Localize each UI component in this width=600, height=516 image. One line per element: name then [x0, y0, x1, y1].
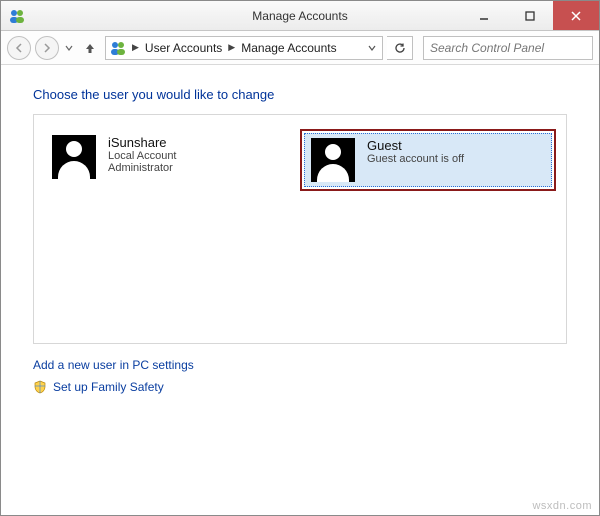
account-status: Guest account is off — [367, 153, 464, 165]
page-heading: Choose the user you would like to change — [33, 87, 567, 102]
minimize-button[interactable] — [461, 1, 507, 30]
chevron-right-icon: ▶ — [226, 42, 237, 53]
search-placeholder: Search Control Panel — [430, 41, 544, 55]
watermark: wsxdn.com — [532, 500, 592, 512]
history-dropdown[interactable] — [63, 44, 75, 52]
family-safety-link[interactable]: Set up Family Safety — [33, 380, 567, 394]
account-name: iSunshare — [108, 135, 177, 150]
account-name: Guest — [367, 138, 464, 153]
navbar: ▶ User Accounts ▶ Manage Accounts Search… — [1, 31, 599, 65]
address-dropdown-icon[interactable] — [364, 41, 380, 55]
address-bar[interactable]: ▶ User Accounts ▶ Manage Accounts — [105, 36, 383, 60]
user-accounts-icon — [110, 40, 126, 56]
account-type: Local Account — [108, 150, 177, 162]
chevron-right-icon: ▶ — [130, 42, 141, 53]
back-button[interactable] — [7, 36, 31, 60]
avatar-icon — [52, 135, 96, 179]
close-button[interactable] — [553, 1, 599, 30]
up-button[interactable] — [79, 37, 101, 59]
forward-button[interactable] — [35, 36, 59, 60]
window-buttons — [461, 1, 599, 30]
account-text: iSunshare Local Account Administrator — [108, 135, 177, 174]
app-icon — [9, 8, 25, 24]
account-item-isunshare[interactable]: iSunshare Local Account Administrator — [44, 129, 300, 329]
add-user-link[interactable]: Add a new user in PC settings — [33, 358, 567, 372]
maximize-button[interactable] — [507, 1, 553, 30]
breadcrumb-seg-1[interactable]: User Accounts — [145, 41, 222, 55]
content-area: Choose the user you would like to change… — [1, 65, 599, 404]
account-text: Guest Guest account is off — [367, 138, 464, 165]
accounts-panel: iSunshare Local Account Administrator Gu… — [33, 114, 567, 344]
links-area: Add a new user in PC settings Set up Fam… — [33, 358, 567, 394]
breadcrumb-seg-2[interactable]: Manage Accounts — [241, 41, 336, 55]
link-label: Add a new user in PC settings — [33, 358, 194, 372]
account-item-guest[interactable]: Guest Guest account is off — [300, 129, 556, 329]
link-label: Set up Family Safety — [53, 380, 164, 394]
search-input[interactable]: Search Control Panel — [423, 36, 593, 60]
account-role: Administrator — [108, 162, 177, 174]
titlebar: Manage Accounts — [1, 1, 599, 31]
shield-icon — [33, 380, 47, 394]
refresh-button[interactable] — [387, 36, 413, 60]
avatar-icon — [311, 138, 355, 182]
